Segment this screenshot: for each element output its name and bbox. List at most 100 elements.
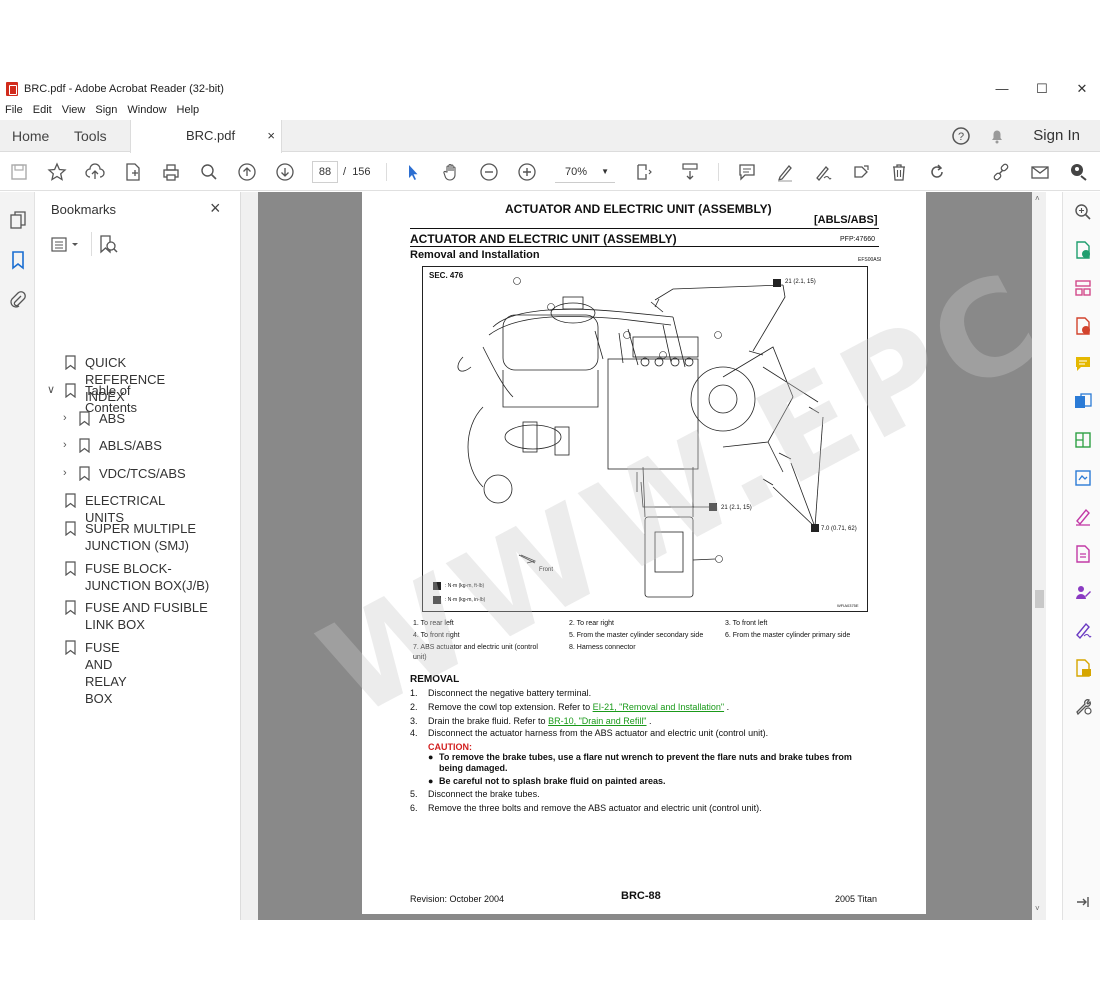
print-icon[interactable] (161, 162, 181, 182)
fill-and-sign-icon[interactable] (1073, 506, 1093, 526)
scroll-down-icon[interactable]: ˅ (1035, 904, 1040, 913)
chevron-right-icon[interactable]: › (63, 465, 67, 482)
step-text: Disconnect the brake tubes. (428, 789, 540, 799)
menu-sign[interactable]: Sign (90, 104, 122, 116)
zoom-in-icon[interactable] (517, 162, 537, 182)
fill-sign-icon[interactable] (813, 162, 833, 182)
menu-help[interactable]: Help (172, 104, 205, 116)
caption: 3. To front left (725, 620, 768, 627)
hand-tool-icon[interactable] (441, 162, 461, 182)
right-tools-rail (1062, 192, 1100, 920)
help-icon[interactable]: ? (951, 126, 971, 146)
save-icon[interactable] (9, 162, 29, 182)
bookmarks-panel-icon[interactable] (8, 250, 28, 270)
stamp-icon[interactable] (851, 162, 871, 182)
previous-page-icon[interactable] (237, 162, 257, 182)
window-title: BRC.pdf - Adobe Acrobat Reader (32-bit) (24, 83, 224, 95)
menu-window[interactable]: Window (122, 104, 171, 116)
zoom-out-icon[interactable] (479, 162, 499, 182)
caution-text: To remove the brake tubes, use a flare n… (439, 752, 852, 762)
caption: 8. Harness connector (569, 644, 636, 651)
step-text: Drain the brake fluid. Refer to BR-10, "… (428, 716, 652, 726)
chevron-down-icon: ▼ (601, 167, 609, 176)
page-count: / 156 (343, 166, 371, 178)
close-panel-icon[interactable]: × (210, 198, 221, 219)
step-number: 3. (410, 716, 418, 726)
highlight-pen-icon[interactable] (775, 162, 795, 182)
select-cursor-icon[interactable] (403, 162, 423, 182)
close-window-button[interactable]: ✕ (1062, 78, 1100, 100)
comment-tool-icon[interactable] (1073, 354, 1093, 374)
header-rule (410, 228, 879, 229)
sign-pen-icon[interactable] (1073, 620, 1093, 640)
minimize-button[interactable]: — (982, 78, 1022, 100)
acrobat-window: BRC.pdf - Adobe Acrobat Reader (32-bit) … (0, 78, 1100, 920)
delete-trash-icon[interactable] (889, 162, 909, 182)
comment-icon[interactable] (737, 162, 757, 182)
account-search-icon[interactable] (1068, 162, 1088, 182)
attachments-paperclip-icon[interactable] (8, 290, 28, 310)
toolbar-divider (718, 163, 719, 181)
caption: 7. ABS actuator and electric unit (contr… (413, 644, 538, 651)
combine-files-icon[interactable] (1073, 392, 1093, 412)
edit-pdf-icon[interactable] (1073, 544, 1093, 564)
page-fit-icon[interactable] (634, 162, 654, 182)
more-tools-icon[interactable] (1073, 696, 1093, 716)
caption: 6. From the master cylinder primary side (725, 632, 851, 639)
bullet-icon: ● (428, 776, 434, 786)
tab-document[interactable]: BRC.pdf × (130, 120, 282, 153)
compress-pdf-icon[interactable] (1073, 430, 1093, 450)
scan-ocr-icon[interactable] (1073, 468, 1093, 488)
subsection-title: Removal and Installation (410, 249, 540, 261)
tab-home[interactable]: Home (12, 120, 49, 152)
share-link-icon[interactable] (991, 162, 1011, 182)
menu-edit[interactable]: Edit (28, 104, 57, 116)
link-br-10[interactable]: BR-10, "Drain and Refill" (548, 716, 646, 726)
page-thumbnails-icon[interactable] (8, 210, 28, 230)
chevron-right-icon[interactable]: › (63, 437, 67, 454)
send-for-comments-icon[interactable] (1073, 658, 1093, 678)
scrollbar-thumb[interactable] (1035, 590, 1044, 608)
tab-tools[interactable]: Tools (74, 120, 107, 152)
collapse-panel-icon[interactable] (1073, 892, 1093, 912)
menu-view[interactable]: View (57, 104, 91, 116)
sign-in-button[interactable]: Sign In (1033, 120, 1080, 152)
caption: 1. To rear left (413, 620, 454, 627)
export-pdf-icon[interactable] (1073, 240, 1093, 260)
document-tab-label: BRC.pdf (186, 128, 236, 143)
exploded-diagram: SEC. 476 21 (2.1, 15) 21 (2.1, 15) 7.0 (… (422, 266, 868, 612)
create-pdf-tool-icon[interactable] (1073, 316, 1093, 336)
maximize-button[interactable]: ☐ (1022, 78, 1062, 100)
title-bar: BRC.pdf - Adobe Acrobat Reader (32-bit) … (0, 78, 1100, 100)
bookmark-options-menu-icon[interactable] (51, 236, 81, 254)
find-search-icon[interactable] (199, 162, 219, 182)
page-number-input[interactable]: 88 (312, 161, 338, 183)
zoom-search-icon[interactable] (1073, 202, 1093, 222)
notifications-bell-icon[interactable] (987, 126, 1007, 146)
acrobat-app-icon (6, 82, 18, 96)
organize-pages-icon[interactable] (1073, 278, 1093, 298)
cloud-upload-icon[interactable] (85, 162, 105, 182)
scroll-mode-icon[interactable] (680, 162, 700, 182)
step-number: 1. (410, 688, 418, 698)
next-page-icon[interactable] (275, 162, 295, 182)
menu-file[interactable]: File (0, 104, 28, 116)
link-ei-21[interactable]: EI-21, "Removal and Installation" (593, 702, 724, 712)
bookmarks-panel: Bookmarks × QUICK REFERENCE INDEX ∨ Tabl… (35, 192, 241, 920)
toolbar-divider (386, 163, 387, 181)
find-bookmark-icon[interactable] (97, 234, 119, 256)
chevron-right-icon[interactable]: › (63, 410, 67, 427)
bookmarks-scrollbar[interactable] (241, 192, 258, 920)
close-tab-icon[interactable]: × (267, 120, 275, 152)
star-bookmark-icon[interactable] (47, 162, 67, 182)
caption: 5. From the master cylinder secondary si… (569, 632, 704, 639)
zoom-level-select[interactable]: 70% ▼ (555, 161, 615, 183)
document-viewport[interactable]: ACTUATOR AND ELECTRIC UNIT (ASSEMBLY) [A… (258, 192, 1032, 920)
request-signatures-icon[interactable] (1073, 582, 1093, 602)
email-icon[interactable] (1030, 162, 1050, 182)
scroll-up-icon[interactable]: ˄ (1035, 194, 1040, 203)
rotate-icon[interactable] (927, 162, 947, 182)
create-pdf-icon[interactable] (123, 162, 143, 182)
chevron-down-icon[interactable]: ∨ (47, 382, 55, 399)
document-scrollbar[interactable]: ˄ ˅ (1032, 192, 1046, 920)
